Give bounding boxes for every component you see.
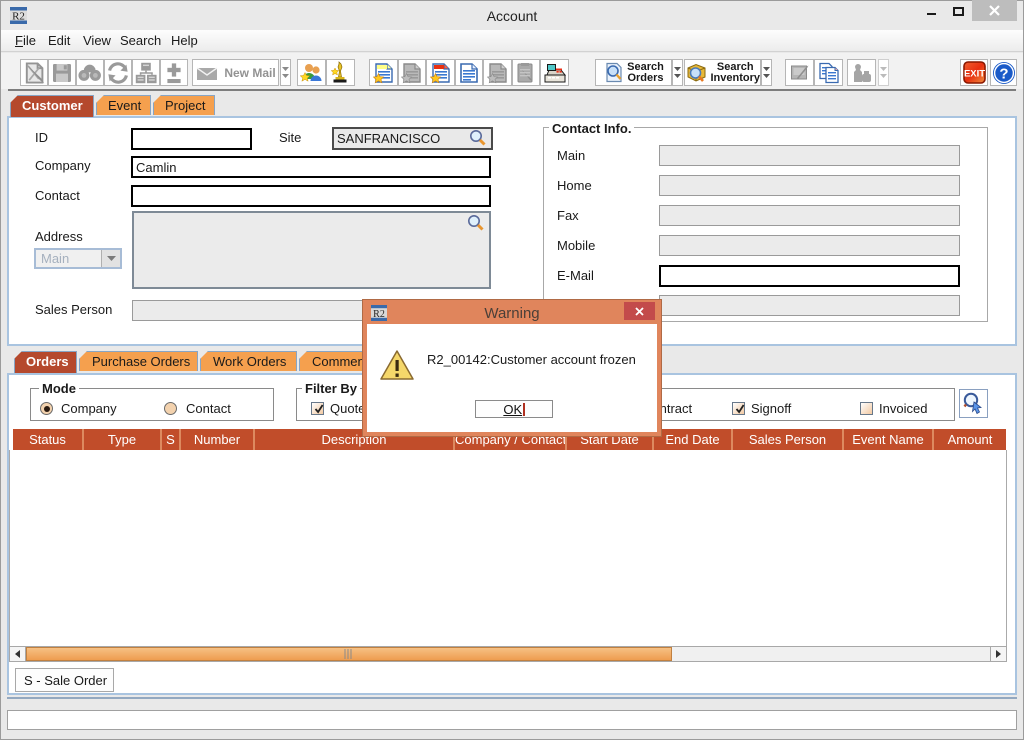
svg-text:EXIT: EXIT bbox=[963, 69, 984, 80]
svg-text:?: ? bbox=[999, 65, 1008, 82]
